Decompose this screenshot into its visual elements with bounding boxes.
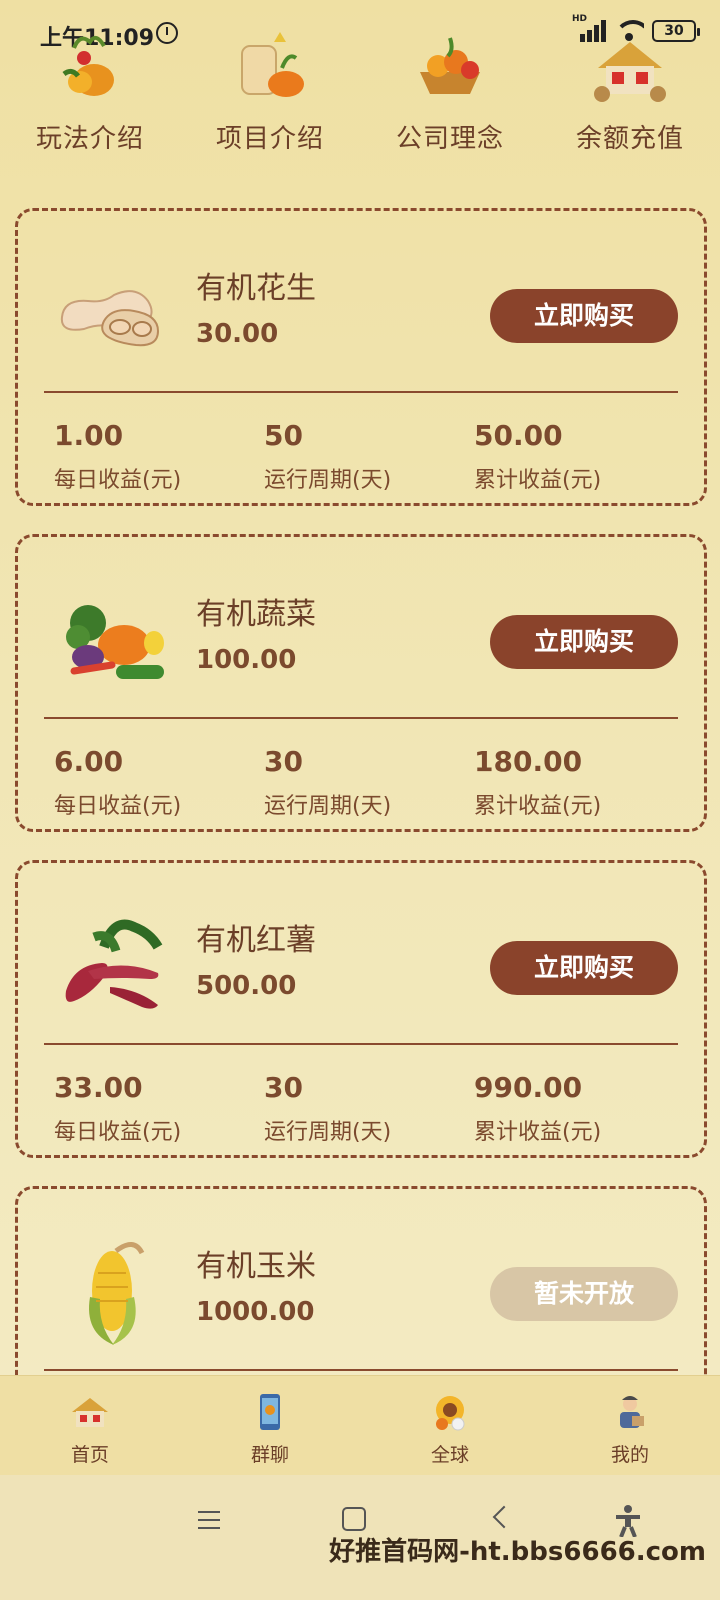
stat-value: 180.00 (474, 745, 583, 778)
stat-label: 累计收益(元) (474, 794, 602, 819)
stat-value: 50 (264, 419, 303, 452)
top-nav-project[interactable]: 项目介绍 (180, 20, 360, 170)
global-sunflower-icon (436, 1396, 465, 1431)
stat-total-income: 50.00 累计收益(元) (474, 419, 684, 494)
menu-icon[interactable] (198, 1511, 220, 1529)
bottom-tab-bar: 首页 群聊 全球 我的 (0, 1375, 720, 1475)
stat-label: 运行周期(天) (264, 468, 392, 493)
buy-now-button[interactable]: 立即购买 (490, 615, 678, 669)
product-name: 有机玉米 (196, 1249, 316, 1284)
profile-farmer-icon (620, 1396, 644, 1428)
stat-label: 累计收益(元) (474, 468, 602, 493)
product-card-peanut: 有机花生 30.00 立即购买 1.00 每日收益(元) 50 运行周期(天) … (15, 208, 707, 506)
stat-label: 每日收益(元) (54, 794, 182, 819)
stat-value: 30 (264, 1071, 303, 1104)
stat-run-period: 50 运行周期(天) (264, 419, 474, 494)
stat-value: 6.00 (54, 745, 124, 778)
sweet-potato-icon (65, 919, 163, 1009)
product-name: 有机蔬菜 (196, 597, 316, 632)
vegetables-icon (66, 605, 164, 679)
product-card-vegetables: 有机蔬菜 100.00 立即购买 6.00 每日收益(元) 30 运行周期(天)… (15, 534, 707, 832)
product-stats: 6.00 每日收益(元) 30 运行周期(天) 180.00 累计收益(元) (54, 745, 678, 825)
tab-label: 首页 (70, 1444, 109, 1466)
harvest-basket-icon (62, 35, 114, 96)
product-stats: 33.00 每日收益(元) 30 运行周期(天) 990.00 累计收益(元) (54, 1071, 678, 1151)
product-price: 500.00 (196, 971, 297, 1001)
stat-value: 30 (264, 745, 303, 778)
fruit-basket-icon (420, 37, 480, 94)
product-price: 100.00 (196, 645, 297, 675)
stat-daily-income: 33.00 每日收益(元) (54, 1071, 264, 1146)
card-divider (44, 391, 678, 393)
home-icon[interactable] (342, 1507, 366, 1531)
top-nav-philosophy[interactable]: 公司理念 (360, 20, 540, 170)
stat-total-income: 180.00 累计收益(元) (474, 745, 684, 820)
stat-daily-income: 6.00 每日收益(元) (54, 745, 264, 820)
stat-run-period: 30 运行周期(天) (264, 745, 474, 820)
farm-house-icon (594, 42, 666, 102)
top-nav-label: 公司理念 (395, 124, 504, 154)
buy-now-button[interactable]: 立即购买 (490, 941, 678, 995)
product-stats: 1.00 每日收益(元) 50 运行周期(天) 50.00 累计收益(元) (54, 419, 678, 499)
top-nav-recharge[interactable]: 余额充值 (540, 20, 720, 170)
card-divider (44, 1369, 678, 1371)
tab-home[interactable]: 首页 (0, 1376, 180, 1475)
top-nav-label: 玩法介绍 (35, 124, 144, 154)
not-open-button[interactable]: 暂未开放 (490, 1267, 678, 1321)
tab-label: 群聊 (250, 1444, 289, 1466)
tab-mine[interactable]: 我的 (540, 1376, 720, 1475)
stat-daily-income: 1.00 每日收益(元) (54, 419, 264, 494)
stat-value: 33.00 (54, 1071, 143, 1104)
buy-now-button[interactable]: 立即购买 (490, 289, 678, 343)
stat-run-period: 30 运行周期(天) (264, 1071, 474, 1146)
stat-label: 每日收益(元) (54, 1120, 182, 1145)
tab-global[interactable]: 全球 (360, 1376, 540, 1475)
stat-label: 每日收益(元) (54, 468, 182, 493)
grain-sack-pumpkin-icon (241, 32, 304, 97)
back-icon[interactable] (492, 1505, 516, 1529)
peanut-icon (60, 290, 160, 347)
top-nav-label: 项目介绍 (215, 124, 324, 154)
product-price: 30.00 (196, 319, 279, 349)
card-divider (44, 717, 678, 719)
tab-label: 我的 (610, 1444, 649, 1466)
stat-value: 50.00 (474, 419, 563, 452)
top-nav-gameplay[interactable]: 玩法介绍 (0, 20, 180, 170)
home-house-icon (72, 1398, 108, 1427)
watermark-text: 好推首码网-ht.bbs6666.com (329, 1537, 706, 1567)
product-card-sweet-potato: 有机红薯 500.00 立即购买 33.00 每日收益(元) 30 运行周期(天… (15, 860, 707, 1158)
group-chat-icon (260, 1394, 280, 1430)
product-name: 有机红薯 (196, 923, 316, 958)
stat-value: 1.00 (54, 419, 124, 452)
tab-label: 全球 (430, 1444, 469, 1466)
system-nav-bar: 好推首码网-ht.bbs6666.com (0, 1475, 720, 1600)
top-nav: 玩法介绍 项目介绍 公司理念 余额充值 (0, 20, 720, 170)
tab-group-chat[interactable]: 群聊 (180, 1376, 360, 1475)
product-name: 有机花生 (196, 271, 316, 306)
stat-total-income: 990.00 累计收益(元) (474, 1071, 684, 1146)
corn-icon (89, 1242, 145, 1345)
stat-label: 运行周期(天) (264, 1120, 392, 1145)
stat-value: 990.00 (474, 1071, 583, 1104)
card-divider (44, 1043, 678, 1045)
stat-label: 累计收益(元) (474, 1120, 602, 1145)
stat-label: 运行周期(天) (264, 794, 392, 819)
top-nav-label: 余额充值 (575, 124, 684, 154)
product-price: 1000.00 (196, 1297, 315, 1327)
